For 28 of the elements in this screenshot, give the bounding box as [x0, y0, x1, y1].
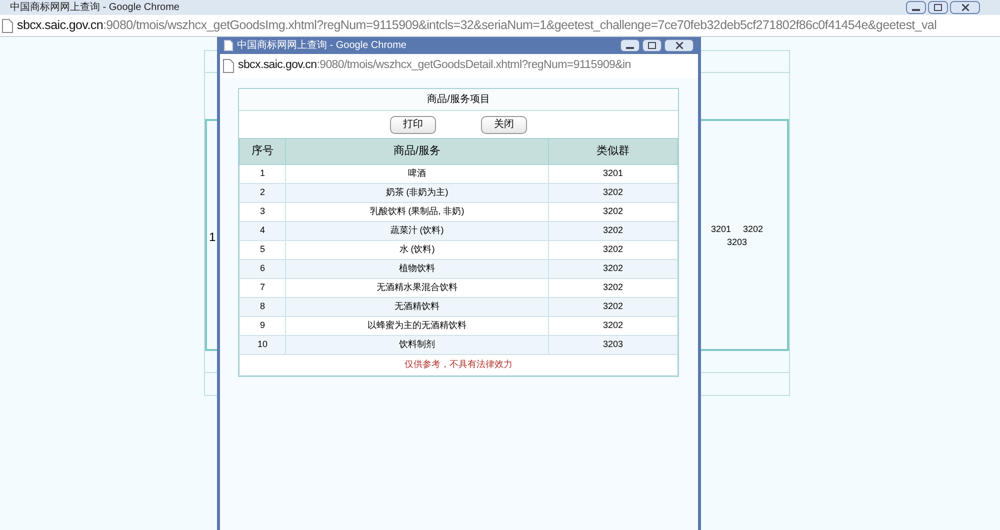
table-cell: 3203: [548, 336, 678, 354]
panel-title: 商品/服务项目: [427, 92, 490, 107]
class-code: 3202: [743, 223, 764, 236]
close-button[interactable]: [950, 1, 980, 14]
close-icon: [962, 4, 968, 11]
page-icon: [224, 40, 233, 51]
url-text[interactable]: sbcx.saic.gov.cn:9080/tmois/wszhcx_getGoodsDetail.xhtml?regNum=9115909&in: [238, 57, 631, 75]
minimize-button[interactable]: [906, 1, 926, 14]
column-header: 序号: [240, 138, 286, 164]
window-title: 中国商标网网上查询 - Google Chrome: [10, 0, 180, 15]
class-code: 3201: [710, 223, 731, 236]
minimize-button[interactable]: [620, 39, 640, 52]
maximize-button[interactable]: [642, 39, 662, 52]
maximize-button[interactable]: [928, 1, 948, 14]
disclaimer-note: 仅供参考，不具有法律效力: [240, 354, 678, 376]
table-cell: 饮料制剂: [286, 336, 548, 354]
window-title: 中国商标网网上查询 - Google Chrome: [237, 38, 406, 53]
table-cell: 10: [240, 336, 286, 354]
column-header: 商品/服务: [286, 138, 548, 164]
column-header: 类似群: [548, 138, 678, 164]
close-icon: [676, 42, 682, 49]
close-button[interactable]: [664, 39, 694, 52]
class-code: 3203: [726, 236, 748, 249]
page-icon: [223, 59, 234, 73]
url-text[interactable]: sbcx.saic.gov.cn:9080/tmois/wszhcx_getGoodsImg.xhtml?regNum=9115909&intcls=32&seriaNum=1&geetest_challenge=7ce70feb32deb5cf271802f86c0f41454e&geetest_val: [17, 16, 937, 35]
print-button[interactable]: 打印: [390, 116, 436, 134]
background-text: 1: [209, 229, 216, 246]
close-button[interactable]: 关闭: [481, 116, 527, 134]
